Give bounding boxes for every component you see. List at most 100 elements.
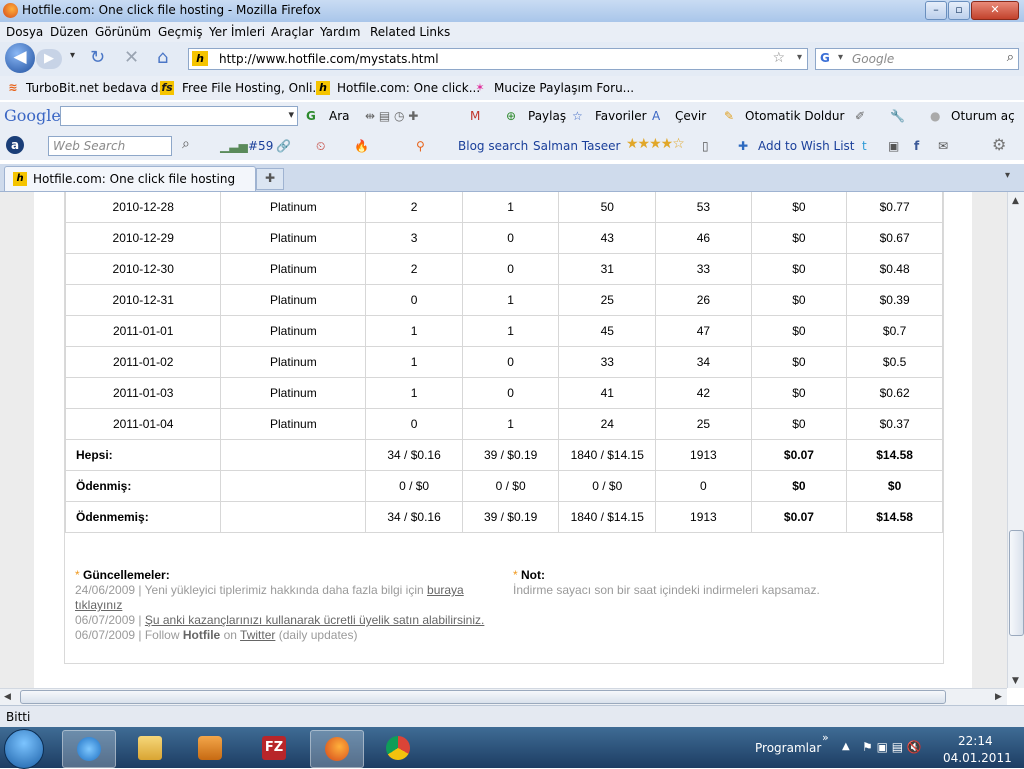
pencil-icon[interactable]: ✐ [855,109,865,123]
toolbar-tools-icon[interactable]: ⇹ ▤ ◷ ✚ [365,109,418,123]
web-search-input[interactable]: Web Search [48,136,172,156]
menu-help[interactable]: Yardım [320,25,360,39]
gmail-icon[interactable]: M [470,109,480,123]
favorites-star-icon[interactable]: ☆ [572,109,583,123]
url-text[interactable]: http://www.hotfile.com/mystats.html [219,52,439,66]
google-search-icon[interactable]: G [306,109,316,123]
table-cell: 2011-01-03 [64,377,222,409]
taskbar-filezilla[interactable]: FZ [248,730,300,766]
history-dropdown-icon[interactable]: ▾ [70,50,75,61]
bookmark-turbobit[interactable]: TurboBit.net bedava d... [26,81,170,95]
link-icon[interactable]: 🔗 [276,139,291,153]
wishlist-button[interactable]: Add to Wish List [758,139,855,153]
table-row: 2011-01-03 Platinum 1 0 41 42 $0 $0.62 [64,377,943,409]
taskbar-media-player[interactable] [184,730,236,766]
bookmark-star-icon[interactable]: ☆ [772,50,785,66]
start-button[interactable] [4,729,44,769]
url-dropdown-icon[interactable]: ▾ [797,52,802,63]
scroll-left-icon[interactable]: ◀ [4,692,11,702]
user-link[interactable]: Salman Taseer [533,139,620,153]
table-cell: $0.77 [846,192,943,223]
autofill-icon[interactable]: ✎ [724,109,734,123]
stop-icon[interactable]: ✕ [124,47,139,68]
search-bar[interactable]: G ▾ Google ⌕ [815,48,1019,70]
programs-chevron-icon[interactable]: » [822,731,829,744]
forward-button[interactable]: ▶ [36,49,62,69]
tab-list-icon[interactable]: ▾ [1005,170,1010,181]
maximize-button[interactable]: ▫ [948,1,970,20]
translate-button[interactable]: Çevir [675,109,706,123]
rating-stars-icon[interactable]: ★★★★☆ [626,136,685,152]
wayback-icon[interactable]: ⏲ [316,139,325,154]
autofill-button[interactable]: Otomatik Doldur [745,109,844,123]
book-icon[interactable]: ▯ [702,139,709,153]
taskbar-explorer[interactable] [124,730,176,766]
share-button[interactable]: Paylaş [528,109,566,123]
clock-date[interactable]: 04.01.2011 [943,751,1012,765]
alexa-icon[interactable]: a [6,136,24,154]
back-button[interactable]: ◀ [5,43,35,73]
url-bar[interactable]: h http://www.hotfile.com/mystats.html ☆ … [188,48,808,70]
bookmark-free-file-hosting[interactable]: Free File Hosting, Onli... [182,81,324,95]
menu-tools[interactable]: Araçlar [271,25,314,39]
taskbar-chrome[interactable] [372,730,424,766]
menu-bookmarks[interactable]: Yer İmleri [209,25,265,39]
scroll-up-icon[interactable]: ▲ [1012,196,1019,206]
new-tab-button[interactable]: ✚ [256,168,284,190]
table-cell: $0.48 [846,253,943,285]
menu-history[interactable]: Geçmiş [158,25,203,39]
scroll-right-icon[interactable]: ▶ [995,692,1002,702]
table-cell: Platinum [220,377,367,409]
horizontal-scroll-thumb[interactable] [20,690,946,704]
taskbar-ie[interactable] [62,730,116,768]
update-line-1-link-b[interactable]: tıklayınız [75,598,122,612]
blog-search-button[interactable]: Blog search [458,139,528,153]
menu-edit[interactable]: Düzen [50,25,88,39]
table-cell: 45 [558,315,657,347]
vertical-scroll-thumb[interactable] [1009,530,1024,636]
home-icon[interactable]: ⌂ [157,47,168,68]
update-line-2-link[interactable]: Şu anki kazançlarınızı kullanarak ücretl… [145,613,485,627]
tray-icons[interactable]: ⚑ ▣ ▤ 🔇 [862,740,922,754]
twitter-link[interactable]: Twitter [240,628,275,642]
search-placeholder[interactable]: Google [852,52,894,66]
wrench-icon[interactable]: 🔧 [890,109,905,123]
blog-search-icon[interactable]: ⚲ [416,139,425,153]
table-cell: 47 [655,315,752,347]
google-search-button[interactable]: Ara [329,109,350,123]
tab-hotfile[interactable]: h Hotfile.com: One click file hosting [4,166,256,191]
favorites-button[interactable]: Favoriler [595,109,647,123]
tray-expand-icon[interactable]: ▲ [842,741,850,752]
menu-file[interactable]: Dosya [6,25,43,39]
search-icon[interactable]: ⌕ [1007,50,1014,65]
facebook-icon[interactable]: f [914,139,919,153]
alexa-rank[interactable]: #59 [248,139,273,153]
settings-gear-icon[interactable]: ⚙ [992,135,1006,154]
bookmark-hotfile[interactable]: Hotfile.com: One click... [337,81,480,95]
clock-time[interactable]: 22:14 [958,734,993,748]
mail-icon[interactable]: ✉ [938,139,948,153]
close-button[interactable]: ✕ [971,1,1019,20]
ie-icon [77,737,101,761]
taskbar-firefox[interactable] [310,730,364,768]
update-line-1-link-a[interactable]: buraya [427,583,464,597]
engine-dropdown-icon[interactable]: ▾ [838,52,843,63]
contact-card-icon[interactable]: ▣ [888,139,899,153]
google-search-dropdown-icon[interactable]: ▾ [288,108,294,121]
translate-icon[interactable]: A [652,109,660,123]
web-search-placeholder[interactable]: Web Search [53,139,125,153]
google-engine-icon[interactable]: G [820,51,835,66]
programs-label[interactable]: Programlar [755,741,821,755]
share-icon[interactable]: ⊕ [506,109,516,123]
web-search-icon[interactable]: ⌕ [182,136,190,152]
minimize-button[interactable]: – [925,1,947,20]
bookmark-mucize[interactable]: Mucize Paylaşım Foru... [494,81,634,95]
reload-icon[interactable]: ↻ [90,47,105,68]
scroll-down-icon[interactable]: ▼ [1012,676,1019,686]
flame-icon[interactable]: 🔥 [354,139,369,153]
google-search-input[interactable]: ▾ [60,106,298,126]
signin-button[interactable]: Oturum aç [951,109,1015,123]
menu-related-links[interactable]: Related Links [370,25,450,39]
twitter-icon[interactable]: t [862,139,867,153]
menu-view[interactable]: Görünüm [95,25,151,39]
